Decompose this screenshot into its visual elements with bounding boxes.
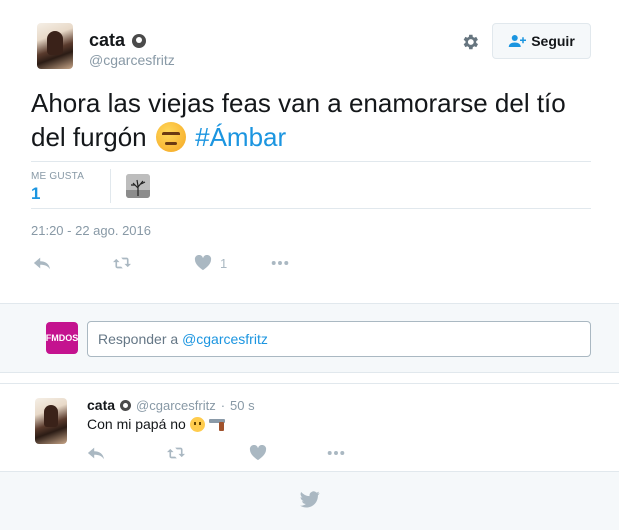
reply-author-handle[interactable]: @cgarcesfritz [136,398,216,413]
more-button[interactable] [271,253,289,273]
reply-placeholder-prefix: Responder a [98,331,179,347]
separator-dot: · [220,397,226,413]
more-icon [271,261,289,265]
reply-composer: FMDOS Responder a @cgarcesfritz [0,303,619,373]
retweet-icon [167,447,185,459]
main-tweet: cata @cgarcesfritz Seguir Ahora las viej… [0,0,619,303]
like-button[interactable] [249,443,267,463]
reply-icon [33,257,51,270]
more-icon [327,451,345,455]
follow-button[interactable]: Seguir [492,23,591,59]
tweet-stats: ME GUSTA 1 [31,161,591,209]
like-button[interactable]: 1 [194,253,227,273]
reply-button[interactable] [33,253,51,273]
tweet-actions: 1 [31,253,331,273]
heart-icon [249,445,267,461]
likes-label[interactable]: ME GUSTA [31,171,84,182]
verified-icon [120,399,132,411]
reply-tweet[interactable]: cata @cgarcesfritz · 50 s Con mi papá no [0,383,619,471]
author-name[interactable]: cata [89,30,125,51]
author-handle[interactable]: @cgarcesfritz [89,52,175,68]
heart-icon [194,255,212,271]
tree-image-icon [126,174,150,198]
reply-placeholder-handle: @cgarcesfritz [182,331,268,347]
reply-text-body: Con mi papá no [87,416,186,432]
reply-input[interactable]: Responder a @cgarcesfritz [87,321,591,357]
hashtag-link[interactable]: #Ámbar [195,122,286,152]
no-mouth-face-emoji-icon [189,416,205,432]
footer [0,471,619,530]
reply-author-avatar[interactable] [35,398,67,444]
reply-actions [87,443,367,461]
stats-divider [110,169,111,203]
gear-icon[interactable] [460,32,480,52]
follow-label: Seguir [531,33,575,49]
retweet-button[interactable] [167,443,185,463]
tweet-timestamp[interactable]: 21:20 - 22 ago. 2016 [31,223,151,238]
current-user-avatar[interactable]: FMDOS [46,322,78,354]
twitter-bird-icon[interactable] [300,491,320,508]
reply-text: Con mi papá no [87,416,227,432]
like-count: 1 [220,255,228,271]
reply-icon [87,447,105,460]
reply-author-name[interactable]: cata [87,397,115,413]
more-button[interactable] [327,443,345,463]
angry-face-emoji-icon [155,122,186,152]
verified-icon [132,34,146,48]
retweet-icon [113,257,131,269]
tweet-text: Ahora las viejas feas van a enamorarse d… [31,86,591,154]
reply-time[interactable]: 50 s [230,398,255,413]
reply-header: cata @cgarcesfritz · 50 s [87,397,255,413]
tweet-text-main: Ahora las viejas feas van a enamorarse d… [31,88,566,152]
likes-count[interactable]: 1 [31,184,40,204]
retweet-button[interactable] [113,253,131,273]
author-avatar[interactable] [37,23,73,69]
add-user-icon [508,35,527,47]
pistol-emoji-icon [208,417,227,431]
liker-avatar[interactable] [126,174,150,198]
reply-button[interactable] [87,443,105,463]
